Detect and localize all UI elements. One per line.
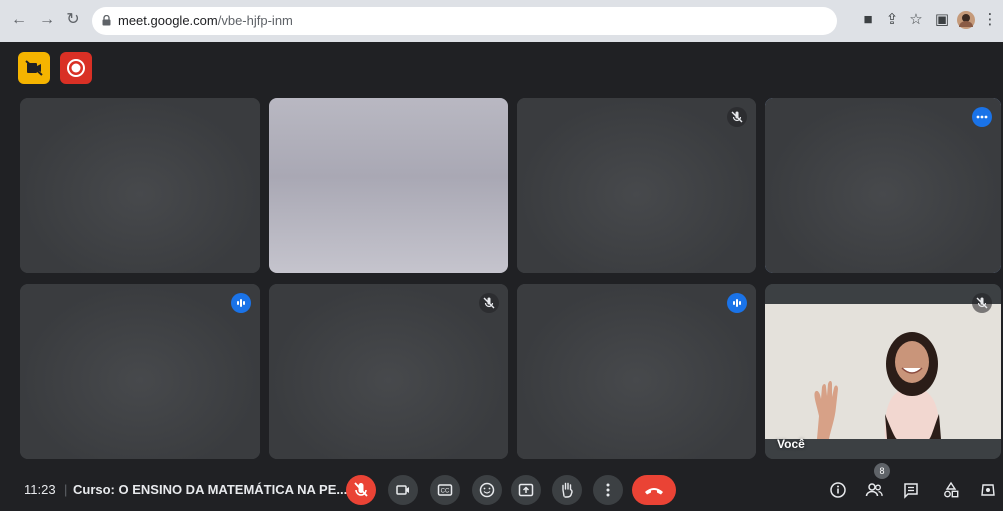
- side-panel-icon[interactable]: ▣: [932, 10, 952, 30]
- participant-tile-4[interactable]: [765, 98, 1001, 273]
- present-screen-button[interactable]: [511, 475, 541, 505]
- activities-icon[interactable]: [938, 477, 964, 503]
- recording-badge[interactable]: [60, 52, 92, 84]
- mic-toggle-button[interactable]: [346, 475, 376, 505]
- closed-captions-icon: CC: [437, 484, 453, 496]
- back-arrow-icon[interactable]: ←: [8, 9, 30, 31]
- address-bar[interactable]: meet.google.com/vbe-hjfp-inm: [92, 7, 837, 35]
- hand-icon: [562, 482, 573, 498]
- participant-name: Você: [777, 437, 805, 451]
- people-icon[interactable]: [861, 477, 887, 503]
- self-view-tile[interactable]: Você: [765, 284, 1001, 459]
- record-icon: [67, 59, 85, 77]
- browser-menu-icon[interactable]: ⋮: [980, 10, 1000, 30]
- mic-off-icon: [727, 107, 747, 127]
- camera-off-alert-badge[interactable]: [18, 52, 50, 84]
- mic-off-icon: [479, 293, 499, 313]
- more-vert-icon: [606, 483, 610, 497]
- reactions-button[interactable]: [472, 475, 502, 505]
- participant-tile-2[interactable]: [269, 98, 508, 273]
- self-video: [765, 304, 1001, 439]
- participant-tile-7[interactable]: [517, 284, 756, 459]
- speaking-indicator-icon: [231, 293, 251, 313]
- mic-off-icon: [354, 482, 368, 497]
- self-video-image: [765, 304, 1001, 439]
- lock-icon: [102, 15, 111, 26]
- participant-tile-5[interactable]: [20, 284, 260, 459]
- bookmark-star-icon[interactable]: ☆: [906, 10, 926, 30]
- raise-hand-button[interactable]: [552, 475, 582, 505]
- present-icon: [518, 483, 534, 497]
- more-options-icon[interactable]: [972, 107, 992, 127]
- more-options-button[interactable]: [593, 475, 623, 505]
- hang-up-icon: [645, 488, 663, 495]
- meeting-title: Curso: O ENSINO DA MATEMÁTICA NA PE...: [73, 482, 348, 497]
- camera-toggle-button[interactable]: [388, 475, 418, 505]
- svg-text:CC: CC: [441, 489, 450, 495]
- url-text: meet.google.com/vbe-hjfp-inm: [118, 13, 293, 28]
- meeting-controls-bar: 11:23 | Curso: O ENSINO DA MATEMÁTICA NA…: [0, 468, 1003, 511]
- captions-button[interactable]: CC: [430, 475, 460, 505]
- reload-icon[interactable]: ↻: [62, 9, 84, 31]
- profile-avatar[interactable]: [956, 10, 976, 30]
- meeting-details-icon[interactable]: [825, 477, 851, 503]
- chat-icon[interactable]: [898, 477, 924, 503]
- speaking-indicator-icon: [727, 293, 747, 313]
- participant-tile-1[interactable]: [20, 98, 260, 273]
- emoji-icon: [479, 482, 495, 498]
- video-camera-icon: [396, 485, 409, 495]
- participants-count-badge: 8: [874, 463, 890, 479]
- mic-off-icon: [972, 293, 992, 313]
- camera-off-icon: [25, 60, 43, 76]
- leave-call-button[interactable]: [632, 475, 676, 505]
- camera-permission-icon[interactable]: ■: [858, 10, 878, 30]
- meeting-clock: 11:23: [24, 482, 56, 497]
- forward-arrow-icon[interactable]: →: [36, 9, 58, 31]
- host-controls-icon[interactable]: [975, 477, 1001, 503]
- participant-tile-6[interactable]: [269, 284, 508, 459]
- browser-toolbar: ← → ↻ meet.google.com/vbe-hjfp-inm ■ ⇪ ☆…: [0, 0, 1003, 42]
- participant-tile-3[interactable]: [517, 98, 756, 273]
- url-path: /vbe-hjfp-inm: [217, 13, 293, 28]
- share-icon[interactable]: ⇪: [882, 10, 902, 30]
- separator: |: [64, 482, 68, 497]
- url-host: meet.google.com: [118, 13, 218, 28]
